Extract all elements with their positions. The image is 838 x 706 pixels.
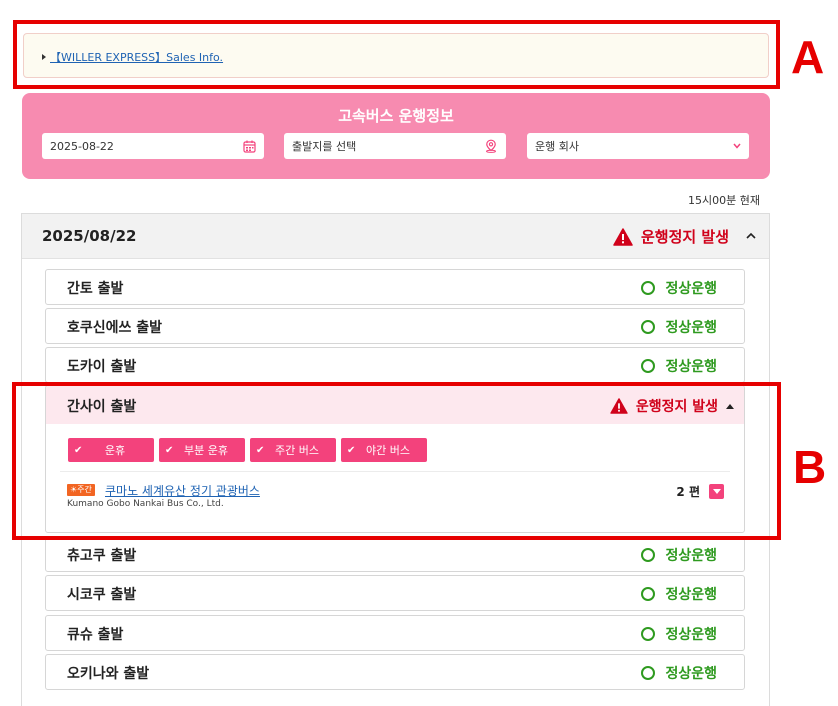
region-status-text: 정상운행 (665, 359, 717, 375)
normal-circle-icon (641, 320, 656, 334)
region-row-hokushinetsu[interactable]: 호쿠신에쓰 출발 정상운행 (45, 308, 745, 344)
region-status: 정상운행 (641, 356, 717, 376)
region-status-text: 정상운행 (665, 587, 717, 603)
region-status-text: 정상운행 (665, 666, 717, 682)
region-status-text: 정상운행 (665, 281, 717, 297)
normal-circle-icon (641, 548, 656, 562)
date-value: 2025-08-22 (50, 139, 114, 153)
region-status: 정상운행 (641, 624, 717, 644)
calendar-icon (243, 140, 256, 153)
search-panel: 고속버스 운행정보 2025-08-22 출발지를 선택 운행 회사 (22, 93, 770, 179)
date-status: 운행정지 발생 (613, 226, 729, 247)
location-pin-icon (486, 139, 496, 153)
normal-circle-icon (641, 587, 656, 601)
region-status-text: 정상운행 (665, 320, 717, 336)
date-status-text: 운행정지 발생 (640, 228, 729, 246)
region-row-tokai[interactable]: 도카이 출발 정상운행 (45, 347, 745, 383)
region-status-text: 정상운행 (665, 548, 717, 564)
company-select[interactable]: 운행 회사 (527, 133, 749, 159)
region-row-shikoku[interactable]: 시코쿠 출발 정상운행 (45, 575, 745, 611)
search-title: 고속버스 운행정보 (338, 107, 454, 125)
annotation-label-b: B (793, 441, 827, 493)
region-row-okinawa[interactable]: 오키나와 출발 정상운행 (45, 654, 745, 690)
date-label: 2025/08/22 (42, 227, 137, 245)
normal-circle-icon (641, 359, 656, 373)
region-status-text: 정상운행 (665, 627, 717, 643)
region-status: 정상운행 (641, 545, 717, 565)
region-row-chugoku[interactable]: 츄고쿠 출발 정상운행 (45, 536, 745, 572)
normal-circle-icon (641, 281, 656, 295)
region-label: 시코쿠 출발 (67, 587, 137, 603)
region-label: 큐슈 출발 (67, 627, 124, 643)
region-status: 정상운행 (641, 584, 717, 604)
current-time: 15시00분 현재 (688, 194, 760, 207)
region-status: 정상운행 (641, 317, 717, 337)
region-label: 츄고쿠 출발 (67, 548, 137, 564)
region-status: 정상운행 (641, 663, 717, 683)
region-status: 정상운행 (641, 278, 717, 298)
warning-icon (613, 227, 633, 246)
departure-select[interactable]: 출발지를 선택 (284, 133, 506, 159)
normal-circle-icon (641, 627, 656, 641)
annotation-box-b (12, 382, 781, 540)
chevron-up-icon[interactable] (745, 230, 757, 242)
company-placeholder: 운행 회사 (535, 140, 579, 153)
region-label: 호쿠신에쓰 출발 (67, 320, 163, 336)
region-label: 도카이 출발 (67, 359, 137, 375)
normal-circle-icon (641, 666, 656, 680)
date-accordion-header[interactable]: 2025/08/22 운행정지 발생 (22, 214, 769, 259)
annotation-box-a (13, 20, 780, 89)
region-row-kanto[interactable]: 간토 출발 정상운행 (45, 269, 745, 305)
date-picker[interactable]: 2025-08-22 (42, 133, 264, 159)
region-row-kyushu[interactable]: 큐슈 출발 정상운행 (45, 615, 745, 651)
region-label: 오키나와 출발 (67, 666, 150, 682)
region-label: 간토 출발 (67, 281, 124, 297)
departure-placeholder: 출발지를 선택 (292, 140, 357, 153)
annotation-label-a: A (791, 31, 825, 83)
chevron-down-icon (733, 143, 741, 149)
